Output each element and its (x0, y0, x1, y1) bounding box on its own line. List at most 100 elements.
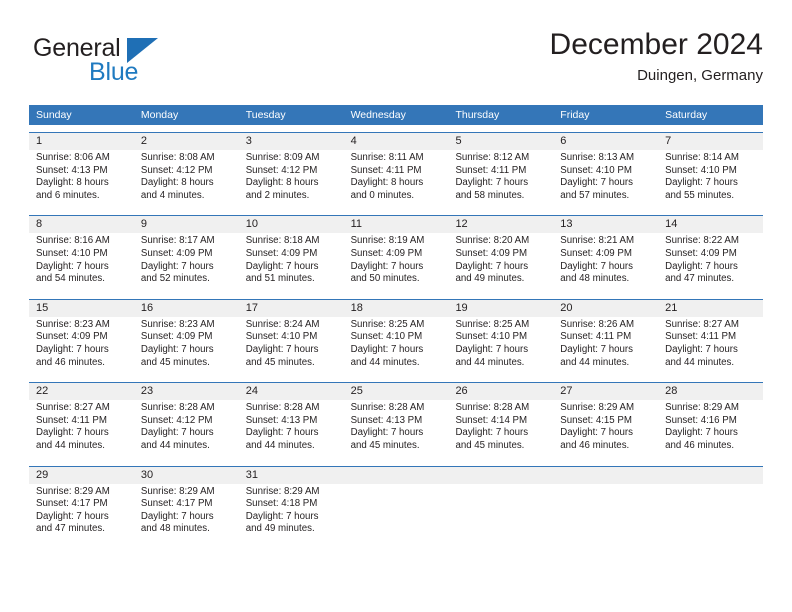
day-cell[interactable]: Sunrise: 8:11 AM Sunset: 4:11 PM Dayligh… (344, 150, 449, 208)
day-cell[interactable]: Sunrise: 8:18 AM Sunset: 4:09 PM Dayligh… (239, 233, 344, 291)
daylight-text-line1: Daylight: 7 hours (350, 260, 424, 272)
day-number[interactable]: 10 (239, 216, 344, 233)
day-cell[interactable]: Sunrise: 8:08 AM Sunset: 4:12 PM Dayligh… (134, 150, 239, 208)
sunrise-text: Sunrise: 8:29 AM (245, 485, 320, 497)
day-cell[interactable]: Sunrise: 8:23 AM Sunset: 4:09 PM Dayligh… (29, 317, 134, 375)
daylight-text-line2: and 45 minutes. (350, 439, 420, 451)
daylight-text-line2: and 48 minutes. (560, 273, 630, 285)
day-number[interactable]: 22 (29, 383, 134, 400)
day-cell[interactable]: Sunrise: 8:22 AM Sunset: 4:09 PM Dayligh… (658, 233, 763, 291)
day-cell[interactable]: Sunrise: 8:27 AM Sunset: 4:11 PM Dayligh… (29, 400, 134, 458)
sunset-text: Sunset: 4:17 PM (36, 498, 108, 510)
day-number[interactable]: 7 (658, 133, 763, 150)
day-number[interactable]: 24 (239, 383, 344, 400)
day-cell[interactable]: Sunrise: 8:28 AM Sunset: 4:13 PM Dayligh… (344, 400, 449, 458)
daylight-text-line2: and 44 minutes. (245, 439, 315, 451)
day-number[interactable]: 15 (29, 300, 134, 317)
day-cell[interactable]: Sunrise: 8:09 AM Sunset: 4:12 PM Dayligh… (239, 150, 344, 208)
week-row: 29 30 31 Sunrise: 8:29 AM Sunset: 4:17 P… (29, 465, 763, 542)
day-number[interactable]: 18 (344, 300, 449, 317)
sunset-text: Sunset: 4:15 PM (560, 414, 632, 426)
day-number[interactable]: 26 (448, 383, 553, 400)
daylight-text-line1: Daylight: 7 hours (665, 427, 738, 439)
page-header: General Blue December 2024 Duingen, Germ… (29, 28, 763, 100)
day-number[interactable]: 25 (344, 383, 449, 400)
daylight-text-line2: and 44 minutes. (140, 439, 210, 451)
day-number[interactable]: 23 (134, 383, 239, 400)
day-cell[interactable]: Sunrise: 8:27 AM Sunset: 4:11 PM Dayligh… (658, 317, 763, 375)
day-number[interactable]: 28 (658, 383, 763, 400)
day-cell[interactable]: Sunrise: 8:25 AM Sunset: 4:10 PM Dayligh… (344, 317, 449, 375)
week-row: 22 23 24 25 26 27 28 Sunrise: 8:27 AM Su… (29, 382, 763, 459)
day-cell[interactable]: Sunrise: 8:29 AM Sunset: 4:18 PM Dayligh… (239, 484, 344, 542)
day-number-empty (553, 467, 658, 484)
day-cell[interactable]: Sunrise: 8:16 AM Sunset: 4:10 PM Dayligh… (29, 233, 134, 291)
sunset-text: Sunset: 4:12 PM (140, 164, 213, 176)
day-cell[interactable]: Sunrise: 8:25 AM Sunset: 4:10 PM Dayligh… (448, 317, 553, 375)
day-number[interactable]: 12 (448, 216, 553, 233)
day-number[interactable]: 20 (553, 300, 658, 317)
day-cell[interactable]: Sunrise: 8:24 AM Sunset: 4:10 PM Dayligh… (239, 317, 344, 375)
day-number[interactable]: 8 (29, 216, 134, 233)
day-cell[interactable]: Sunrise: 8:06 AM Sunset: 4:13 PM Dayligh… (29, 150, 134, 208)
sunset-text: Sunset: 4:09 PM (36, 331, 108, 343)
day-cell[interactable]: Sunrise: 8:19 AM Sunset: 4:09 PM Dayligh… (344, 233, 449, 291)
day-number[interactable]: 5 (448, 133, 553, 150)
week-detail-band: Sunrise: 8:06 AM Sunset: 4:13 PM Dayligh… (29, 150, 763, 209)
daylight-text-line1: Daylight: 7 hours (140, 427, 214, 439)
day-number[interactable]: 1 (29, 133, 134, 150)
day-cell[interactable]: Sunrise: 8:13 AM Sunset: 4:10 PM Dayligh… (553, 150, 658, 208)
daylight-text-line1: Daylight: 7 hours (560, 427, 633, 439)
daylight-text-line2: and 48 minutes. (140, 523, 210, 535)
day-cell[interactable]: Sunrise: 8:20 AM Sunset: 4:09 PM Dayligh… (448, 233, 553, 291)
sunset-text: Sunset: 4:10 PM (455, 331, 528, 343)
day-cell[interactable]: Sunrise: 8:23 AM Sunset: 4:09 PM Dayligh… (134, 317, 239, 375)
day-number[interactable]: 6 (553, 133, 658, 150)
day-cell[interactable]: Sunrise: 8:28 AM Sunset: 4:12 PM Dayligh… (134, 400, 239, 458)
sunset-text: Sunset: 4:18 PM (245, 498, 318, 510)
sunrise-text: Sunrise: 8:06 AM (36, 152, 110, 163)
day-number[interactable]: 29 (29, 467, 134, 484)
day-cell[interactable]: Sunrise: 8:28 AM Sunset: 4:13 PM Dayligh… (239, 400, 344, 458)
day-cell[interactable]: Sunrise: 8:17 AM Sunset: 4:09 PM Dayligh… (134, 233, 239, 291)
day-cell[interactable]: Sunrise: 8:26 AM Sunset: 4:11 PM Dayligh… (553, 317, 658, 375)
day-number[interactable]: 9 (134, 216, 239, 233)
day-cell[interactable]: Sunrise: 8:29 AM Sunset: 4:15 PM Dayligh… (553, 400, 658, 458)
day-number[interactable]: 11 (344, 216, 449, 233)
sunset-text: Sunset: 4:13 PM (36, 164, 108, 176)
sunset-text: Sunset: 4:11 PM (36, 414, 107, 426)
day-cell[interactable]: Sunrise: 8:14 AM Sunset: 4:10 PM Dayligh… (658, 150, 763, 208)
day-number[interactable]: 31 (239, 467, 344, 484)
sunrise-text: Sunrise: 8:29 AM (665, 402, 739, 414)
sunset-text: Sunset: 4:12 PM (245, 164, 318, 176)
day-number[interactable]: 3 (239, 133, 344, 150)
daylight-text-line2: and 55 minutes. (665, 189, 735, 201)
day-cell[interactable]: Sunrise: 8:28 AM Sunset: 4:14 PM Dayligh… (448, 400, 553, 458)
day-number[interactable]: 13 (553, 216, 658, 233)
daylight-text-line1: Daylight: 8 hours (350, 177, 424, 189)
day-number[interactable]: 19 (448, 300, 553, 317)
day-number[interactable]: 14 (658, 216, 763, 233)
day-cell[interactable]: Sunrise: 8:12 AM Sunset: 4:11 PM Dayligh… (448, 150, 553, 208)
daylight-text-line2: and 52 minutes. (140, 273, 210, 285)
week-daynumber-band: 8 9 10 11 12 13 14 (29, 216, 763, 234)
sunrise-text: Sunrise: 8:29 AM (140, 485, 215, 497)
day-number[interactable]: 30 (134, 467, 239, 484)
calendar-grid: Sunday Monday Tuesday Wednesday Thursday… (29, 105, 763, 542)
day-number[interactable]: 21 (658, 300, 763, 317)
day-number[interactable]: 27 (553, 383, 658, 400)
day-number[interactable]: 4 (344, 133, 449, 150)
day-number[interactable]: 17 (239, 300, 344, 317)
day-cell[interactable]: Sunrise: 8:29 AM Sunset: 4:17 PM Dayligh… (29, 484, 134, 542)
day-number[interactable]: 2 (134, 133, 239, 150)
sunset-text: Sunset: 4:10 PM (665, 164, 737, 176)
day-cell[interactable]: Sunrise: 8:29 AM Sunset: 4:16 PM Dayligh… (658, 400, 763, 458)
day-cell[interactable]: Sunrise: 8:21 AM Sunset: 4:09 PM Dayligh… (553, 233, 658, 291)
daylight-text-line1: Daylight: 7 hours (560, 177, 633, 189)
page-subtitle: Duingen, Germany (637, 66, 763, 84)
daylight-text-line1: Daylight: 7 hours (140, 260, 214, 272)
sunset-text: Sunset: 4:09 PM (665, 247, 737, 259)
day-number[interactable]: 16 (134, 300, 239, 317)
day-cell[interactable]: Sunrise: 8:29 AM Sunset: 4:17 PM Dayligh… (134, 484, 239, 542)
sunrise-text: Sunrise: 8:24 AM (245, 318, 320, 330)
